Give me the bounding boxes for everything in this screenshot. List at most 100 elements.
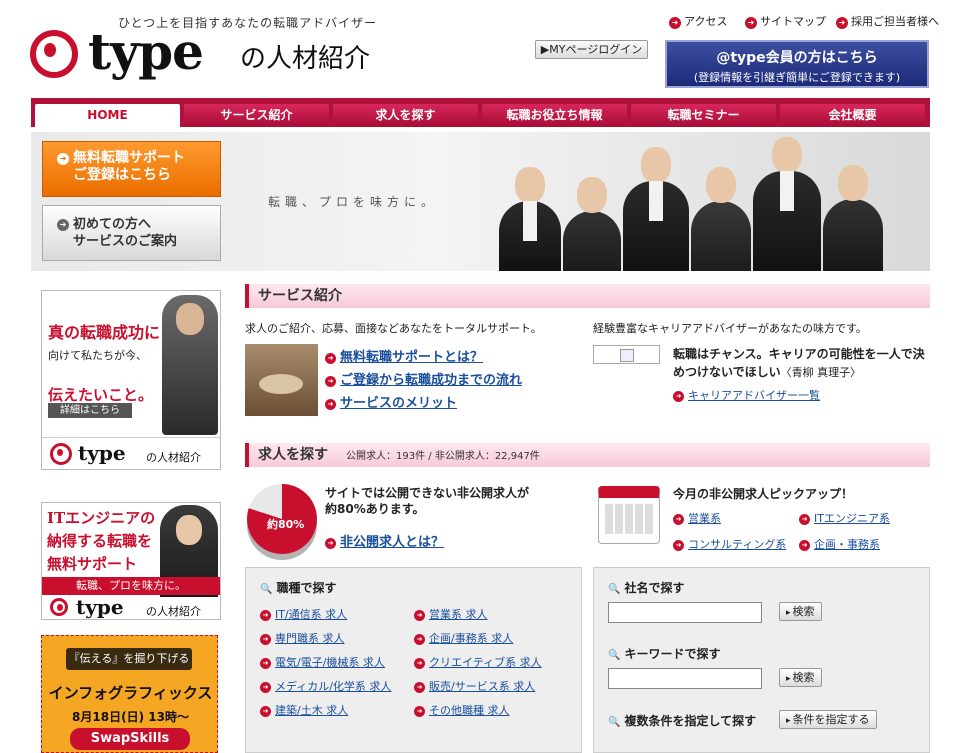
first-visit-line2: サービスのご案内 [73,234,178,249]
nav-job-search[interactable]: 求人を探す [333,104,478,127]
logo-sub-text[interactable]: の人材紹介 [240,38,370,75]
free-support-register-button[interactable]: ➜ 無料転職サポート ご登録はこちら [42,141,221,197]
jobs-section-header: 求人を探す 公開求人：193件 / 非公開求人：22,947件 [245,443,930,467]
banner1-detail-button[interactable]: 詳細はこちら [48,403,132,418]
occupation-title: 職種で探す [260,579,336,596]
first-visit-line1: 初めての方へ [73,217,152,232]
hero-person-4 [691,167,751,271]
first-visit-guide-button[interactable]: ➜ 初めての方へ サービスのご案内 [42,205,221,261]
banner2-logo-type: type [76,595,124,619]
infographics-seminar-banner[interactable]: 『伝える』を掘り下げる インフォグラフィックス 8月18日(日) 13時〜 Sw… [41,635,218,753]
banner1-emphasis: 伝えたいこと。 [48,386,154,404]
registration-flow-link[interactable]: ご登録から転職成功までの流れ [325,369,522,388]
hero-person-5 [753,137,821,271]
global-nav: HOME サービス紹介 求人を探す 転職お役立ち情報 転職セミナー 会社概要 [31,98,930,127]
services-intro-right: 経験豊富なキャリアアドバイザーがあなたの味方です。 [593,322,867,335]
keyword-input[interactable] [608,668,762,689]
keyword-search-button-label: 検索 [792,671,815,684]
member-banner-subtitle: (登録情報を引継ぎ簡単にご登録できます) [693,71,901,84]
advisor-image-placeholder [593,345,660,364]
hero-person-2 [563,177,621,271]
banner1-logo-type: type [78,441,126,465]
occ-electric-link[interactable]: 電気/電子/機械系 求人 [260,654,385,670]
member-banner-title: @type会員の方はこちら [716,50,878,66]
multi-condition-title: 複数条件を指定して探す [608,712,756,729]
service-merit-link[interactable]: サービスのメリット [325,392,457,411]
recruiter-link[interactable]: 採用ご担当者様へ [836,13,939,29]
hero-person-3 [623,147,689,271]
banner3-title: インフォグラフィックス [48,684,213,702]
nav-home[interactable]: HOME [35,104,180,127]
banner3-date: 8月18日(日) 13時〜 [72,710,189,724]
occ-medical-link[interactable]: メディカル/化学系 求人 [260,678,391,694]
free-support-line2: ご登録はこちら [73,167,171,183]
banner2-logo-sub: の人材紹介 [146,605,201,618]
banner3-tag: 『伝える』を掘り下げる [66,648,192,670]
career-advisor-list-link[interactable]: キャリアアドバイザー一覧 [673,387,820,403]
banner1-text: 向けて私たちが今、 [48,349,147,362]
banner2-heading: ITエンジニアの 納得する転職を 無料サポート [47,507,155,576]
mypage-login-label: MYページログイン [549,43,643,56]
occ-planning-link[interactable]: 企画/事務系 求人 [414,630,513,646]
company-search-title: 社名で探す [608,579,684,596]
pickup-sales-link[interactable]: 営業系 [673,510,721,526]
businessman-photo [162,295,218,435]
pie-percentage-label: 約80% [267,518,305,531]
services-title: サービス紹介 [258,288,342,304]
occ-creative-link[interactable]: クリエイティブ系 求人 [414,654,542,670]
occ-construction-link[interactable]: 建築/土木 求人 [260,702,348,718]
hero-person-6 [823,165,883,271]
private-line1: サイトでは公開できない非公開求人が [325,486,530,500]
occ-specialist-link[interactable]: 専門職系 求人 [260,630,345,646]
banner2-line3: 無料サポート [47,555,138,573]
occ-sales-link[interactable]: 営業系 求人 [414,606,488,622]
company-search-button[interactable]: 検索 [779,602,822,621]
free-support-line1: 無料転職サポート [73,150,185,166]
hero-person-1 [499,167,561,271]
banner1-logo-sub: の人材紹介 [146,451,201,464]
occupation-search-panel: 職種で探す IT/通信系 求人 専門職系 求人 電気/電子/機械系 求人 メディ… [245,567,582,753]
company-name-input[interactable] [608,602,762,623]
banner2-line2: 納得する転職を [47,532,153,550]
quote-line2: めつけないでほしい [673,365,781,379]
type-member-banner[interactable]: @type会員の方はこちら (登録情報を引継ぎ簡単にご登録できます) [665,40,929,88]
hero-catchphrase: 転職、プロを味方に。 [268,195,439,209]
logo-type-text[interactable]: type [88,22,204,81]
quote-line1: 転職はチャンス。キャリアの可能性を一人で決 [673,347,925,361]
private-line2: 約80%あります。 [325,502,425,516]
banner1-logo: type の人材紹介 [42,437,220,469]
company-search-button-label: 検索 [792,605,815,618]
sitemap-link[interactable]: サイトマップ [745,13,826,29]
banner2-logo-icon [50,598,68,616]
nav-seminar[interactable]: 転職セミナー [631,104,776,127]
specify-conditions-button[interactable]: 条件を指定する [779,710,877,729]
services-section-header: サービス紹介 [245,284,930,308]
swapskills-logo: SwapSkills [70,728,190,750]
true-success-banner[interactable]: 真の転職成功に 向けて私たちが今、 伝えたいこと。 詳細はこちら type の人… [41,290,221,470]
nav-career-info[interactable]: 転職お役立ち情報 [482,104,627,127]
free-support-link[interactable]: 無料転職サポートとは？ [325,346,483,365]
banner1-logo-icon [50,443,72,465]
jobs-title: 求人を探す [258,447,328,463]
keyword-search-button[interactable]: 検索 [779,668,822,687]
logo-mark-icon[interactable] [30,30,78,78]
pickup-planning-link[interactable]: 企画・事務系 [799,536,880,552]
mypage-login-button[interactable]: ▶MYページログイン [535,40,648,59]
occ-retail-link[interactable]: 販売/サービス系 求人 [414,678,535,694]
keyword-search-panel: 社名で探す 検索 キーワードで探す 検索 複数条件を指定して探す 条件を指定する [593,567,930,753]
access-link[interactable]: アクセス [669,13,727,29]
occ-other-link[interactable]: その他職種 求人 [414,702,510,718]
banner2-line1: ITエンジニアの [47,509,156,527]
specify-conditions-label: 条件を指定する [792,713,870,726]
banner1-heading: 真の転職成功に [48,323,161,342]
nav-company[interactable]: 会社概要 [780,104,925,127]
quote-author: 〈青柳 真理子〉 [780,366,862,379]
pickup-consulting-link[interactable]: コンサルティング系 [673,536,786,552]
pickup-it-engineer-link[interactable]: ITエンジニア系 [799,510,890,526]
nav-services[interactable]: サービス紹介 [184,104,329,127]
meeting-room-photo [245,344,318,416]
occ-it-link[interactable]: IT/通信系 求人 [260,606,347,622]
calendar-icon [598,486,660,544]
it-engineer-banner[interactable]: ITエンジニアの 納得する転職を 無料サポート 転職、プロを味方に。 type … [41,502,221,620]
private-jobs-link[interactable]: 非公開求人とは？ [325,531,444,550]
